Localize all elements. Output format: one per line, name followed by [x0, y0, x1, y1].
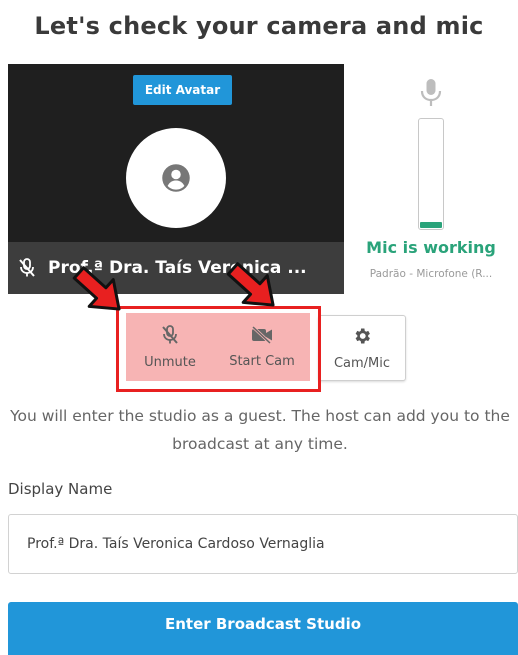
- mic-device-name: Padrão - Microfone (R...: [369, 268, 493, 280]
- participant-name-bar: Prof.ª Dra. Taís Veronica ...: [8, 242, 344, 294]
- gear-icon: [355, 328, 370, 343]
- start-cam-button[interactable]: Start Cam: [214, 313, 310, 381]
- mic-muted-icon: [162, 324, 178, 344]
- user-icon: [162, 164, 190, 192]
- microphone-icon: [420, 79, 442, 106]
- participant-name: Prof.ª Dra. Taís Veronica ...: [48, 258, 307, 278]
- page-title: Let's check your camera and mic: [34, 12, 484, 40]
- unmute-button[interactable]: Unmute: [126, 313, 214, 381]
- start-cam-label: Start Cam: [229, 353, 295, 369]
- camera-off-icon: [251, 325, 272, 344]
- cam-mic-settings-button[interactable]: Cam/Mic: [318, 315, 406, 381]
- mic-status: Mic is working: [366, 238, 496, 257]
- media-controls: Unmute Start Cam: [126, 313, 310, 381]
- avatar: [126, 128, 226, 228]
- camera-mic-check-page: Let's check your camera and mic Edit Ava…: [0, 0, 518, 655]
- mic-level-meter: [418, 118, 444, 230]
- unmute-label: Unmute: [144, 354, 196, 370]
- guest-notice: You will enter the studio as a guest. Th…: [10, 407, 510, 453]
- enter-broadcast-studio-button[interactable]: Enter Broadcast Studio: [8, 602, 518, 655]
- edit-avatar-button[interactable]: Edit Avatar: [133, 75, 232, 105]
- video-preview: Edit Avatar Prof.ª Dra. Taís Veronica ..…: [8, 64, 344, 294]
- display-name-label: Display Name: [8, 480, 113, 498]
- cam-mic-label: Cam/Mic: [333, 355, 391, 371]
- mic-muted-icon: [19, 258, 35, 277]
- display-name-input[interactable]: [8, 514, 518, 574]
- mic-panel: Mic is working Padrão - Microfone (R...: [344, 64, 518, 294]
- mic-level-fill: [420, 222, 442, 228]
